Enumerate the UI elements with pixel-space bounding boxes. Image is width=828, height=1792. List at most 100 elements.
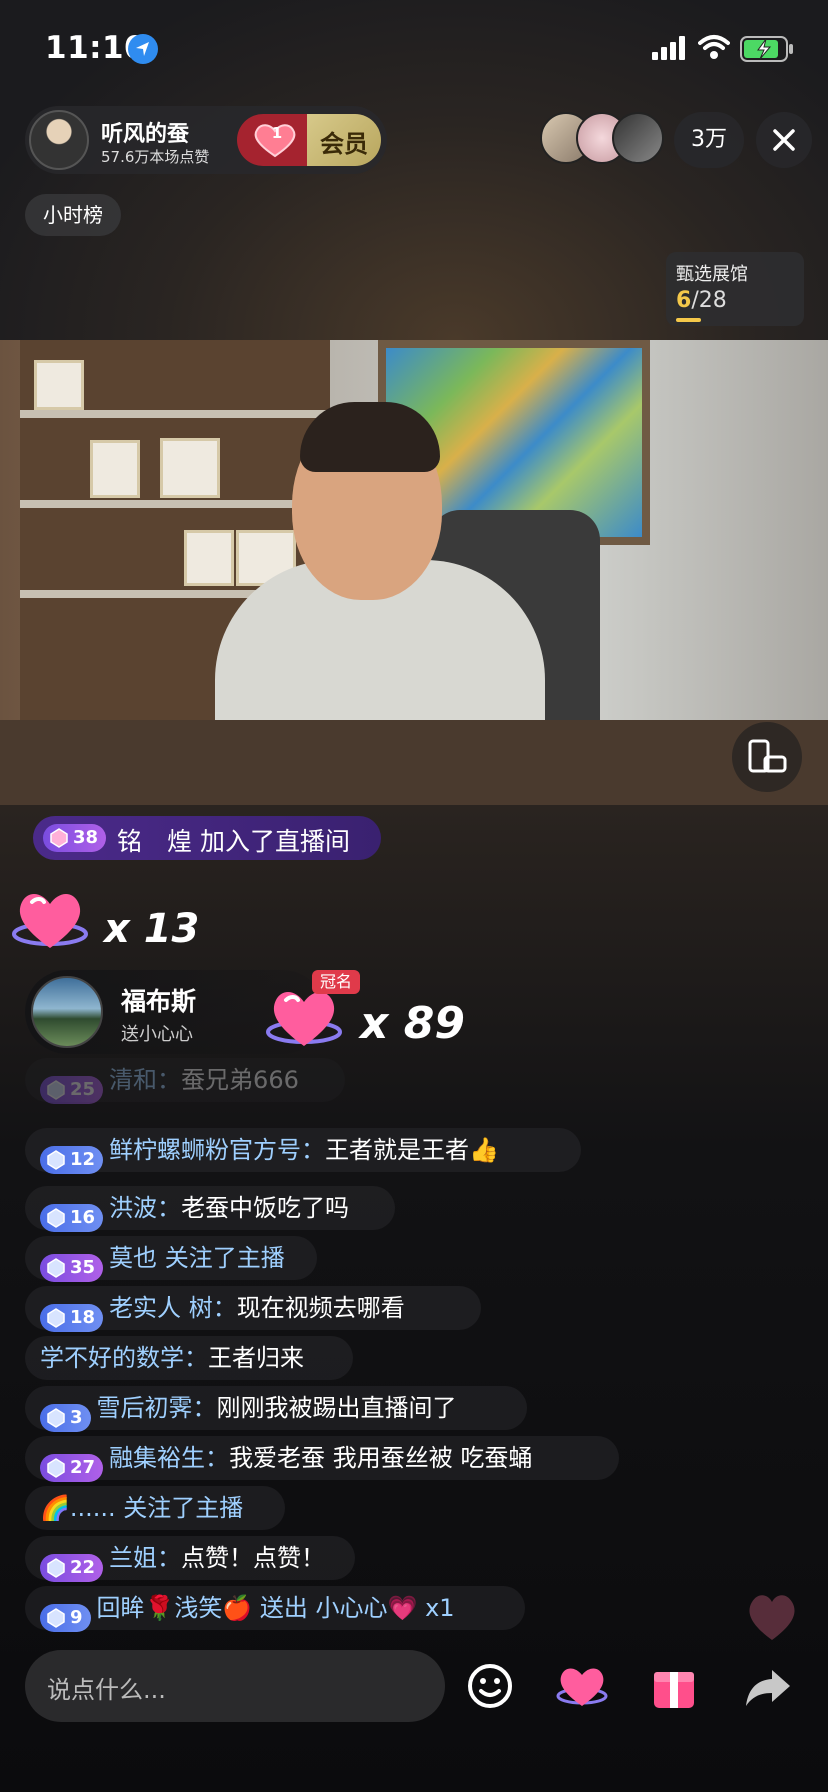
chat-username[interactable]: 🌈...... 关注了主播 [40,1494,243,1522]
chat-message[interactable]: 27 融集裕生：我爱老蚕 我用蚕丝被 吃蚕蛹 [40,1436,532,1482]
certificate-frame [160,438,220,498]
gift-multiplier: x 89 [360,998,465,1049]
level-number: 35 [70,1257,96,1278]
battery-icon [740,36,793,62]
level-number: 25 [70,1079,96,1100]
chat-message[interactable]: 9 回眸🌹浅笑🍎 送出 小心心💗 x1 [40,1586,455,1632]
top-viewers[interactable] [540,112,666,168]
gift-description: 送小心心 [121,1024,193,1045]
gem-icon [47,1258,65,1278]
fan-club-heart-badge[interactable]: 1 [237,114,317,166]
floating-heart-icon [749,1595,795,1640]
certificate-frame [34,360,84,410]
certificate-frame [184,530,234,586]
heart-gift-icon[interactable] [552,1656,612,1716]
join-banner: 38 铭 煌 加入了直播间 [33,816,381,860]
gem-icon [47,1408,65,1428]
share-icon[interactable] [738,1656,798,1716]
emoji-icon[interactable] [460,1656,520,1716]
heart-gift-icon [12,893,88,948]
shelf-row [20,410,330,418]
gifter-avatar[interactable] [31,976,103,1048]
chat-message[interactable]: 16 洪波：老蚕中饭吃了吗 [40,1186,350,1232]
level-badge: 16 [40,1193,104,1232]
chat-message[interactable]: 18 老实人 树：现在视频去哪看 [40,1286,405,1332]
level-badge: 3 [40,1393,91,1432]
level-number: 12 [70,1149,96,1170]
chat-message[interactable]: 25 清和：蚕兄弟666 [40,1058,299,1104]
crown-tag: 冠名 [312,970,360,994]
gallery-progress: 6/28 [676,288,727,313]
level-number: 18 [70,1307,96,1328]
host-hair [300,402,440,472]
chat-text: 刚刚我被踢出直播间了 [216,1394,457,1422]
comment-placeholder: 说点什么... [47,1676,166,1704]
chat-message[interactable]: 🌈...... 关注了主播 [40,1486,243,1530]
level-badge-pill: 35 [40,1254,104,1282]
chat-message[interactable]: 12 鲜柠螺蛳粉官方号：王者就是王者👍 [40,1128,499,1174]
gem-icon [50,828,68,848]
level-badge: 22 [40,1543,104,1582]
level-number: 22 [70,1557,96,1578]
chat-username[interactable]: 兰姐： [109,1544,181,1572]
gallery-widget[interactable]: 甄选展馆 6/28 [666,252,804,326]
host-avatar[interactable] [29,110,89,170]
chat-text: 王者就是王者👍 [325,1136,499,1164]
gallery-total: /28 [691,288,727,313]
chat-message[interactable]: 22 兰姐：点赞！点赞！ [40,1536,326,1582]
viewer-avatar[interactable] [612,112,664,164]
hourly-rank-button[interactable]: 小时榜 [25,194,121,236]
gallery-current: 6 [676,288,692,313]
flip-screen-icon [748,739,787,773]
viewer-count[interactable]: 3万 [674,112,744,168]
flip-screen-button[interactable] [732,722,802,792]
chat-username[interactable]: 融集裕生： [109,1444,229,1472]
chat-text: 王者归来 [208,1344,304,1372]
chat-text: 点赞！点赞！ [181,1544,326,1572]
gift-box-icon[interactable] [644,1656,704,1716]
live-video[interactable] [0,340,828,805]
level-number: 27 [70,1457,96,1478]
gifter-name: 福布斯 [121,987,197,1016]
member-label: 会员 [320,130,368,158]
chat-username[interactable]: 老实人 树： [109,1294,237,1322]
level-badge-pill: 18 [40,1304,104,1332]
level-badge-pill: 27 [40,1454,104,1482]
level-badge-pill: 9 [40,1604,91,1632]
chat-username[interactable]: 鲜柠螺蛳粉官方号： [109,1136,325,1164]
level-badge-pill: 3 [40,1404,91,1432]
chat-message[interactable]: 3 雪后初霁：刚刚我被踢出直播间了 [40,1386,457,1432]
comment-input[interactable]: 说点什么... [25,1650,445,1722]
desk [0,720,828,805]
chat-username[interactable]: 雪后初霁： [97,1394,217,1422]
host-name: 听风的蚕 [101,122,190,147]
level-badge-pill: 22 [40,1554,104,1582]
chat-message[interactable]: 35 莫也 关注了主播 [40,1236,285,1282]
host-likes: 57.6万本场点赞 [101,148,210,166]
gallery-title: 甄选展馆 [676,264,748,285]
close-button[interactable] [756,112,812,168]
chat-username[interactable]: 莫也 关注了主播 [109,1244,285,1272]
member-button[interactable]: 会员 [307,114,381,166]
heart-gift-icon [266,991,342,1046]
chat-username[interactable]: 回眸🌹浅笑🍎 送出 小心心💗 x1 [97,1594,455,1622]
level-number: 9 [70,1607,83,1628]
shelf-row [20,500,330,508]
heart-multiplier: x 13 [104,906,200,952]
level-badge: 9 [40,1593,91,1632]
level-badge: 38 [43,824,107,852]
gem-icon [47,1608,65,1628]
chat-username[interactable]: 学不好的数学： [40,1344,208,1372]
chat-username[interactable]: 清和： [109,1066,181,1094]
gem-icon [47,1458,65,1478]
host-info-pill[interactable]: 听风的蚕 57.6万本场点赞 1 会员 [25,106,387,174]
chat-username[interactable]: 洪波： [109,1194,181,1222]
gem-icon [47,1150,65,1170]
level-badge-pill: 16 [40,1204,104,1232]
gem-icon [47,1558,65,1578]
close-icon [773,129,795,151]
chat-text: 老蚕中饭吃了吗 [181,1194,350,1222]
level-badge: 35 [40,1243,104,1282]
chat-message[interactable]: 学不好的数学：王者归来 [40,1336,304,1380]
heart-level: 1 [271,124,283,142]
